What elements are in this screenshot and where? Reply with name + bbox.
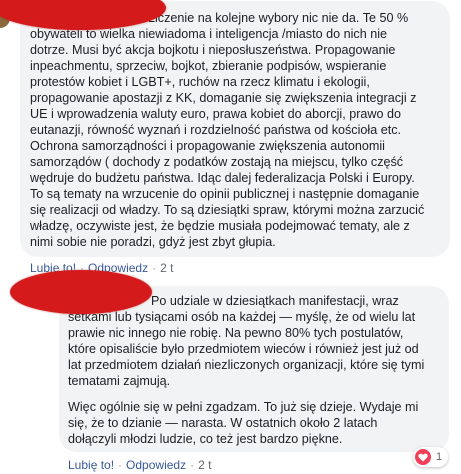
comment-text-line: wędruje do budżetu państwa. Idąc dalej f…	[30, 171, 415, 185]
comment-text-line: dotrze. Musi być akcja bojkotu i nieposł…	[30, 43, 396, 57]
comment-text-line: tematami zajmują.	[68, 374, 171, 388]
comment-text-line: prawie nic innego nie robię. Na pewno 80…	[68, 326, 404, 340]
reaction-count: 1	[436, 451, 443, 463]
like-link[interactable]: Lubię to!	[68, 458, 114, 472]
comment-text-line: władzę, oczywiste jest, że będzie musiał…	[30, 219, 410, 233]
comment-text-line: które opisaliście było przedmiotem wiecó…	[68, 342, 419, 356]
comment-text-line: samorządów ( dochody z podatków zostają …	[30, 155, 404, 169]
comment-text-line: inpeachmentu, sprzeciw, bojkot, zbierani…	[30, 59, 387, 73]
comment-text-line: To są tematy na wrzucenie do opinii publ…	[30, 187, 420, 201]
comment-text-line: eutanazji, równość wyznań i rozdzielność…	[30, 123, 402, 137]
separator-dot: ·	[190, 458, 195, 472]
redaction-mark	[10, 270, 152, 314]
comment-text-line: Więc ogólnie się w pełni zgadzam. To już…	[68, 400, 419, 414]
comment-text-line: protestów kobiet i LGBT+, ruchów na rzec…	[30, 75, 370, 89]
comment-text-line: setkami lub tysiącami osób na każdej — m…	[68, 310, 416, 324]
comment-text-line: nimi sobie nie poradzi, gdyż jest zbyt g…	[30, 235, 276, 249]
timestamp[interactable]: 2 t	[160, 261, 173, 275]
reply-bubble: Po udziale w dziesiątkach manifestacji, …	[59, 286, 449, 452]
comment-bubble: Liczenie na kolejne wybory nic nie da. T…	[20, 1, 450, 257]
heart-icon	[415, 449, 431, 465]
comment-text-line: się, że to dzianie — narasta. W ostatnic…	[68, 416, 378, 430]
separator-dot: ·	[118, 458, 123, 472]
reaction-summary[interactable]: 1	[413, 447, 449, 467]
comment-text-line: Ochrona samorządności i propagowanie zwi…	[30, 139, 385, 153]
comment-text-line: lat przedmiotem działań niezliczonych or…	[68, 358, 425, 372]
timestamp[interactable]: 2 t	[198, 458, 211, 472]
comment-text-line: propagowanie apostazji z KK, domaganie s…	[30, 91, 417, 105]
separator-dot: ·	[152, 261, 157, 275]
comment-text-line: UE i wprowadzenia waluty euro, prawa kob…	[30, 107, 402, 121]
reply-link[interactable]: Odpowiedz	[126, 458, 186, 472]
comment-text-line: się realizacji od władzy. To są dziesiąt…	[30, 203, 425, 217]
comment-text-line: dołączyli młodzi ludzie, co też jest bar…	[68, 432, 343, 446]
reply-actions: Lubię to! · Odpowiedz · 2 t	[68, 458, 211, 472]
